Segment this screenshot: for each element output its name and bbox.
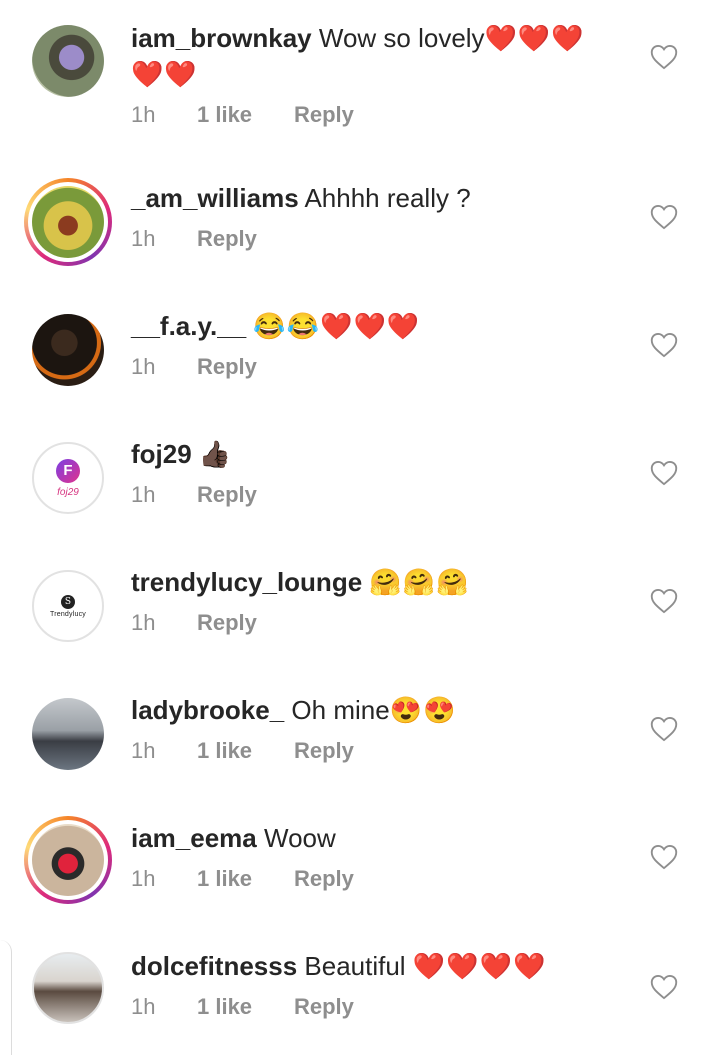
avatar[interactable] (32, 952, 104, 1024)
logo-text: foj29 (57, 486, 79, 498)
comment-item: iam_brownkay Wow so lovely❤️❤️❤️ ❤️❤️ 1h… (0, 0, 720, 128)
comment-time: 1h (131, 866, 156, 891)
comment-username[interactable]: ladybrooke_ (131, 695, 284, 725)
comment-username[interactable]: foj29 (131, 439, 192, 469)
reply-button[interactable]: Reply (197, 482, 257, 508)
avatar-photo (32, 952, 104, 1024)
comment-meta: 1h Reply (131, 482, 621, 508)
reply-button[interactable]: Reply (294, 738, 354, 764)
avatar-photo (32, 824, 104, 896)
comment-emoji-line2: ❤️❤️ (131, 59, 198, 89)
comment-item: dolcefitnesss Beautiful ❤️❤️❤️❤️ 1h 1 li… (0, 938, 720, 1055)
reply-button[interactable]: Reply (197, 354, 257, 380)
comment-time: 1h (131, 610, 156, 635)
heart-outline-icon[interactable] (650, 460, 678, 486)
comment-emoji: 🤗🤗🤗 (369, 567, 470, 597)
avatar-photo (32, 698, 104, 770)
comment-time: 1h (131, 482, 156, 507)
comment-body: Ahhhh really ? (304, 183, 471, 213)
comment-text: dolcefitnesss Beautiful ❤️❤️❤️❤️ (131, 948, 621, 984)
comment-text: ladybrooke_ Oh mine😍😍 (131, 692, 621, 728)
logo-text: Trendylucy (50, 610, 86, 618)
comment-text: _am_williams Ahhhh really ? (131, 180, 621, 216)
comment-meta: 1h 1 like Reply (131, 102, 621, 128)
comment-meta: 1h Reply (131, 226, 621, 252)
heart-outline-icon[interactable] (650, 844, 678, 870)
logo-letter: S (61, 594, 75, 609)
heart-outline-icon[interactable] (650, 332, 678, 358)
comment-item: __f.a.y.__ 😂😂❤️❤️❤️ 1h Reply (0, 298, 720, 426)
comment-text: iam_eema Woow (131, 820, 621, 856)
logo-letter: F (56, 458, 80, 483)
comment-emoji: ❤️❤️❤️ (484, 23, 585, 53)
comment-item: ladybrooke_ Oh mine😍😍 1h 1 like Reply (0, 682, 720, 810)
comment-time: 1h (131, 354, 156, 379)
comment-emoji: 👍🏿 (198, 439, 233, 469)
comment-meta: 1h 1 like Reply (131, 738, 621, 764)
comment-body: Wow so lovely (318, 23, 485, 53)
comment-time: 1h (131, 226, 156, 251)
comment-meta: 1h Reply (131, 354, 621, 380)
comment-username[interactable]: iam_eema (131, 823, 257, 853)
comment-username[interactable]: __f.a.y.__ (131, 311, 246, 341)
comment-text: iam_brownkay Wow so lovely❤️❤️❤️ ❤️❤️ (131, 20, 621, 92)
heart-outline-icon[interactable] (650, 44, 678, 70)
avatar[interactable]: S Trendylucy (32, 570, 104, 642)
comment-username[interactable]: iam_brownkay (131, 23, 312, 53)
avatar[interactable] (32, 698, 104, 770)
comment-time: 1h (131, 738, 156, 763)
avatar-story-ring[interactable] (24, 178, 112, 266)
reply-button[interactable]: Reply (197, 610, 257, 636)
comment-body: Beautiful (304, 951, 406, 981)
comment-username[interactable]: dolcefitnesss (131, 951, 297, 981)
heart-outline-icon[interactable] (650, 588, 678, 614)
comment-text: __f.a.y.__ 😂😂❤️❤️❤️ (131, 308, 621, 344)
comment-time: 1h (131, 102, 156, 127)
reply-button[interactable]: Reply (197, 226, 257, 252)
comment-username[interactable]: _am_williams (131, 183, 299, 213)
heart-outline-icon[interactable] (650, 974, 678, 1000)
reply-button[interactable]: Reply (294, 994, 354, 1020)
comment-text: foj29 👍🏿 (131, 436, 621, 472)
comment-likes[interactable]: 1 like (197, 102, 294, 128)
comment-body: Woow (264, 823, 336, 853)
avatar-story-ring[interactable] (24, 816, 112, 904)
avatar-logo: S Trendylucy (32, 570, 104, 642)
avatar[interactable] (32, 314, 104, 386)
panel-edge (0, 940, 12, 1055)
comment-username[interactable]: trendylucy_lounge (131, 567, 362, 597)
comment-meta: 1h 1 like Reply (131, 866, 621, 892)
heart-outline-icon[interactable] (650, 716, 678, 742)
avatar[interactable] (32, 25, 104, 97)
comment-text: trendylucy_lounge 🤗🤗🤗 (131, 564, 621, 600)
comment-item: F foj29 foj29 👍🏿 1h Reply (0, 426, 720, 554)
comment-likes[interactable]: 1 like (197, 994, 294, 1020)
comment-time: 1h (131, 994, 156, 1019)
avatar[interactable]: F foj29 (32, 442, 104, 514)
comment-item: S Trendylucy trendylucy_lounge 🤗🤗🤗 1h Re… (0, 554, 720, 682)
comment-meta: 1h 1 like Reply (131, 994, 621, 1020)
heart-outline-icon[interactable] (650, 204, 678, 230)
reply-button[interactable]: Reply (294, 102, 354, 128)
comment-emoji: 😂😂❤️❤️❤️ (253, 311, 421, 341)
comment-emoji: ❤️❤️❤️❤️ (412, 951, 547, 981)
avatar-photo (32, 186, 104, 258)
avatar-photo (32, 25, 104, 97)
avatar-photo (32, 314, 104, 386)
comment-meta: 1h Reply (131, 610, 621, 636)
comment-likes[interactable]: 1 like (197, 738, 294, 764)
comment-item: _am_williams Ahhhh really ? 1h Reply (0, 170, 720, 298)
comment-emoji: 😍😍 (389, 695, 457, 725)
comment-likes[interactable]: 1 like (197, 866, 294, 892)
comment-item: iam_eema Woow 1h 1 like Reply (0, 810, 720, 938)
reply-button[interactable]: Reply (294, 866, 354, 892)
comment-body: Oh mine (291, 695, 390, 725)
avatar-logo: F foj29 (32, 442, 104, 514)
